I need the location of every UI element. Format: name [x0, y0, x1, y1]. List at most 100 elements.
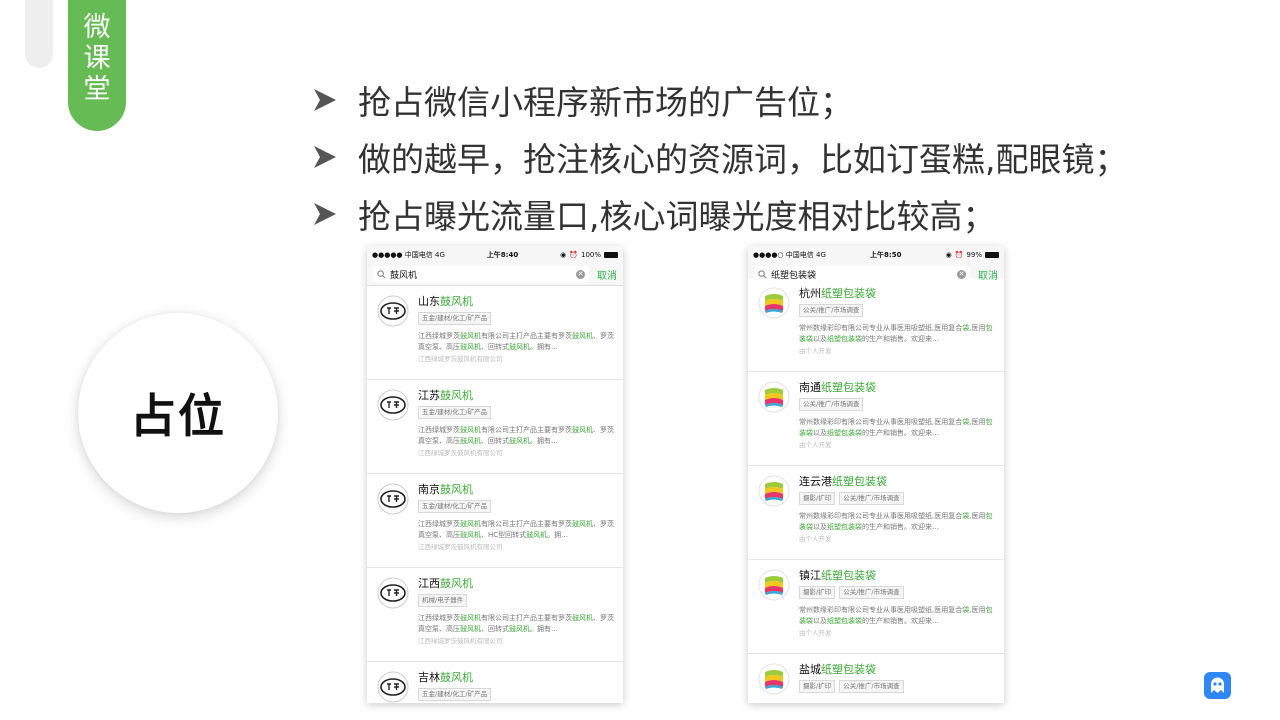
phone-screenshot-packaging: ●●●●○ 中国电信 4G 上午8:50 ◉ ⏰ 99% 纸塑包装袋 ✕ 取消 杭州纸塑包装袋公…	[748, 246, 1004, 703]
category-tag: 摄影/扩印	[799, 586, 836, 599]
item-name: 吉林鼓风机	[418, 671, 473, 684]
clear-icon[interactable]: ✕	[576, 270, 585, 279]
search-bar: 鼓风机 ✕ 取消	[367, 264, 623, 286]
arrow-bullet-icon	[314, 202, 336, 225]
list-item[interactable]: 江西鼓风机 机械/电子器件 江西绿城罗茨鼓风机有限公司主打产品主要有罗茨鼓风机、罗茨…	[367, 568, 623, 662]
category-tag: 五金/建材/化工/矿产品	[418, 688, 492, 701]
item-description: 江西绿城罗茨鼓风机有限公司主打产品主要有罗茨鼓风机、罗茨真空泵、高压鼓风机、HC…	[418, 520, 614, 539]
topic-circle-label: 占位	[130, 389, 226, 443]
result-list: 杭州纸塑包装袋 公关/推广/市场调查 常州数缘彩印有限公司专业从事医用吸塑纸,医用复…	[748, 278, 1004, 703]
colorful-bag-logo-icon	[758, 287, 790, 319]
arrow-bullet-icon	[314, 88, 336, 111]
item-tags: 五金/建材/化工/矿产品	[418, 406, 615, 419]
category-tag: 公关/推广/市场调查	[839, 680, 904, 693]
item-name: 江苏鼓风机	[418, 389, 473, 402]
bullet-list: 抢占微信小程序新市场的广告位； 做的越早，抢注核心的资源词，比如订蛋糕,配眼镜；…	[312, 71, 1128, 242]
item-description: 常州数缘彩印有限公司专业从事医用吸塑纸,医用复合袋,医用包装袋以及纸塑包装袋的生…	[799, 512, 993, 531]
item-tags: 摄影/扩印 公关/推广/市场调查	[799, 680, 996, 693]
category-tag: 公关/推广/市场调查	[799, 398, 864, 411]
item-owner: 由个人开发	[799, 535, 832, 543]
list-item[interactable]: 杭州纸塑包装袋公关/推广/市场调查常州数缘彩印有限公司专业从事医用吸塑纸,医用复…	[748, 278, 1004, 372]
item-description: 常州数缘彩印有限公司专业从事医用吸塑纸,医用复合袋,医用包装袋以及纸塑包装袋的生…	[799, 606, 993, 625]
item-description: 常州数缘彩印有限公司专业从事医用吸塑纸,医用复合袋,医用包装袋以及纸塑包装袋的生…	[799, 324, 993, 343]
item-name: 盐城纸塑包装袋	[799, 663, 876, 676]
item-tags: 五金/建材/化工/矿产品	[418, 312, 615, 325]
side-tag-label: 微 课 堂	[83, 12, 111, 105]
category-tag: 公关/推广/市场调查	[839, 492, 904, 505]
wifi-icon: ◉	[560, 251, 567, 259]
list-item[interactable]: 镇江纸塑包装袋 摄影/扩印 公关/推广/市场调查 常州数缘彩印有限公司专业从事医用吸塑…	[748, 560, 1004, 654]
category-tag: 机械/电子器件	[418, 594, 468, 607]
arrow-bullet-icon	[314, 145, 336, 168]
search-query: 鼓风机	[390, 271, 418, 281]
jiangsheng-logo-icon	[377, 389, 409, 421]
item-owner: 江西绿城罗茨鼓风机有限公司	[418, 543, 503, 551]
status-right: ◉ ⏰ 99%	[946, 251, 999, 259]
colorful-bag-logo-icon	[758, 569, 790, 601]
category-tag: 五金/建材/化工/矿产品	[418, 312, 492, 325]
item-description: 江西绿城罗茨鼓风机有限公司主打产品主要有罗茨鼓风机、罗茨真空泵、高压鼓风机、回转…	[418, 426, 614, 445]
item-tags: 五金/建材/化工/矿产品	[418, 500, 615, 513]
decorative-bar	[25, 0, 53, 68]
item-description: 常州数缘彩印有限公司专业从事医用吸塑纸,医用复合袋,医用包装袋以及纸塑包装袋的生…	[799, 418, 993, 437]
topic-circle: 占位	[78, 313, 278, 513]
colorful-bag-logo-icon	[758, 663, 790, 695]
bullet-item: 抢占曝光流量口,核心词曝光度相对比较高；	[312, 185, 1128, 242]
search-icon	[377, 270, 386, 279]
list-item[interactable]: 吉林鼓风机五金/建材/化工/矿产品	[367, 662, 623, 703]
item-name: 杭州纸塑包装袋	[799, 287, 876, 300]
item-owner: 江西绿城罗茨鼓风机有限公司	[418, 637, 503, 645]
category-tag: 公关/推广/市场调查	[839, 586, 904, 599]
result-list: 山东鼓风机 五金/建材/化工/矿产品 江西绿城罗茨鼓风机有限公司主打产品主要有罗茨鼓…	[367, 286, 623, 703]
alarm-icon: ⏰	[954, 251, 964, 259]
item-owner: 由个人开发	[799, 347, 832, 355]
search-input[interactable]: 鼓风机 ✕	[373, 266, 589, 283]
item-tags: 公关/推广/市场调查	[799, 304, 996, 317]
brand-logo-icon	[1204, 672, 1231, 699]
item-tags: 公关/推广/市场调查	[799, 398, 996, 411]
status-time: 上午8:50	[870, 251, 902, 259]
category-tag: 摄影/扩印	[799, 680, 836, 693]
item-description: 江西绿城罗茨鼓风机有限公司主打产品主要有罗茨鼓风机、罗茨真空泵、高压鼓风机、回转…	[418, 332, 614, 351]
phone-screenshot-blower: ●●●●● 中国电信 4G 上午8:40 ◉ ⏰ 100% 鼓风机 ✕ 取消山东鼓风机五金/建…	[367, 246, 623, 703]
status-bar: ●●●●● 中国电信 4G 上午8:40 ◉ ⏰ 100%	[367, 246, 623, 264]
item-owner: 江西绿城罗茨鼓风机有限公司	[418, 449, 503, 457]
list-item[interactable]: 连云港纸塑包装袋 摄影/扩印 公关/推广/市场调查 常州数缘彩印有限公司专业从事医用吸…	[748, 466, 1004, 560]
colorful-bag-logo-icon	[758, 381, 790, 413]
battery-icon	[604, 252, 618, 258]
item-name: 南京鼓风机	[418, 483, 473, 496]
jiangsheng-logo-icon	[377, 295, 409, 327]
bullet-text: 抢占曝光流量口,核心词曝光度相对比较高；	[358, 196, 996, 236]
bullet-text: 抢占微信小程序新市场的广告位；	[358, 82, 853, 122]
bullet-item: 做的越早，抢注核心的资源词，比如订蛋糕,配眼镜；	[312, 128, 1128, 185]
list-item[interactable]: 山东鼓风机五金/建材/化工/矿产品江西绿城罗茨鼓风机有限公司主打产品主要有罗茨鼓…	[367, 286, 623, 380]
item-name: 连云港纸塑包装袋	[799, 475, 887, 488]
status-right: ◉ ⏰ 100%	[560, 251, 618, 259]
item-owner: 江西绿城罗茨鼓风机有限公司	[418, 355, 503, 363]
item-name: 江西鼓风机	[418, 577, 473, 590]
battery-icon	[984, 252, 999, 258]
category-tag: 五金/建材/化工/矿产品	[418, 406, 492, 419]
category-tag: 摄影/扩印	[799, 492, 836, 505]
item-owner: 由个人开发	[799, 629, 832, 637]
colorful-bag-logo-icon	[758, 475, 790, 507]
list-item[interactable]: 南通纸塑包装袋 公关/推广/市场调查常州数缘彩印有限公司专业从事医用吸塑纸,医用复…	[748, 372, 1004, 466]
alarm-icon: ⏰	[569, 251, 578, 259]
list-item[interactable]: 南京鼓风机五金/建材/化工/矿产品江西绿城罗茨鼓风机有限公司主打产品主要有罗茨鼓…	[367, 474, 623, 568]
item-name: 南通纸塑包装袋	[799, 381, 876, 394]
item-owner: 由个人开发	[799, 441, 832, 449]
wifi-icon: ◉	[945, 251, 952, 259]
item-tags: 机械/电子器件	[418, 594, 615, 607]
status-time: 上午8:40	[486, 251, 519, 259]
category-tag: 五金/建材/化工/矿产品	[418, 500, 492, 513]
status-bar: ●●●●○ 中国电信 4G 上午8:50 ◉ ⏰ 99%	[748, 246, 1004, 264]
item-tags: 摄影/扩印 公关/推广/市场调查	[799, 492, 996, 505]
bullet-item: 抢占微信小程序新市场的广告位；	[312, 71, 1128, 128]
carrier-label: ●●●●● 中国电信 4G	[372, 251, 445, 259]
cancel-button[interactable]: 取消	[597, 267, 617, 282]
list-item[interactable]: 江苏鼓风机五金/建材/化工/矿产品江西绿城罗茨鼓风机有限公司主打产品主要有罗茨鼓…	[367, 380, 623, 474]
list-item[interactable]: 盐城纸塑包装袋 摄影/扩印 公关/推广/市场调查	[748, 654, 1004, 703]
item-name: 山东鼓风机	[418, 295, 473, 308]
jiangsheng-logo-icon	[377, 483, 409, 515]
jiangsheng-logo-icon	[377, 671, 409, 703]
